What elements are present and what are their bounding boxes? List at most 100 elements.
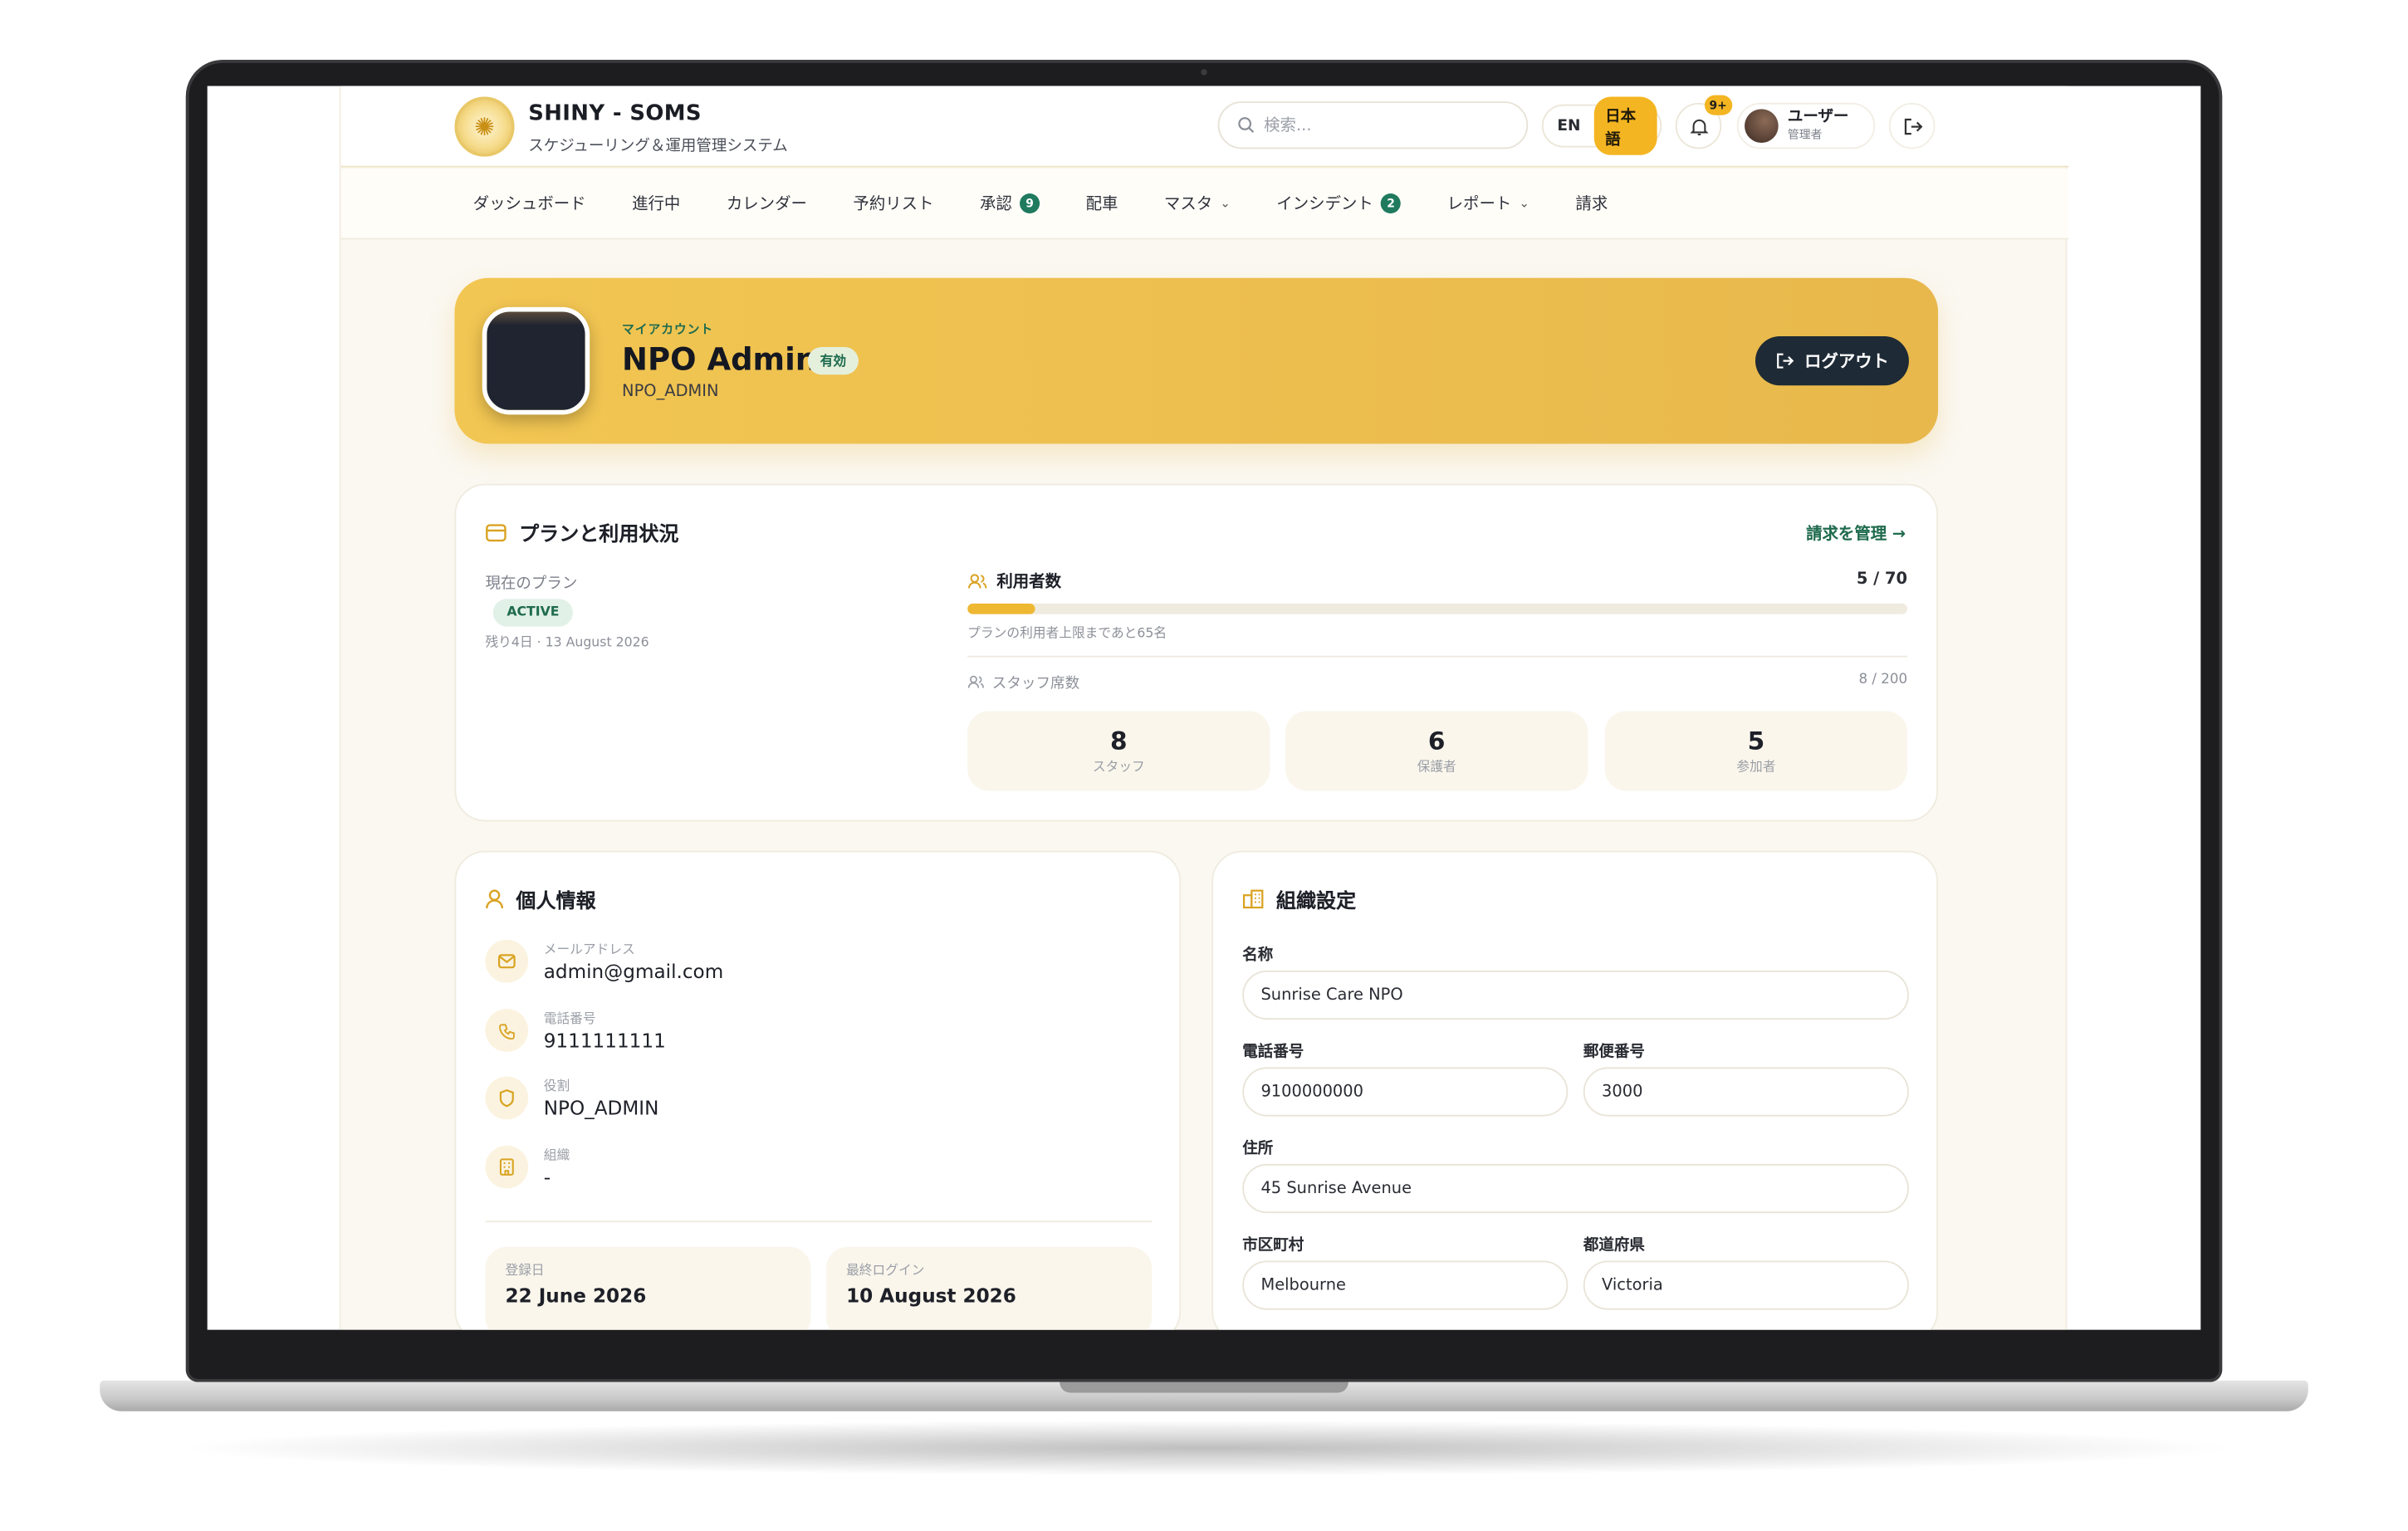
logout-button[interactable]: ログアウト bbox=[1755, 336, 1909, 386]
laptop-shadow bbox=[169, 1420, 2243, 1476]
notification-count-badge: 9+ bbox=[1704, 95, 1732, 115]
last-login-label: 最終ログイン bbox=[846, 1264, 925, 1279]
org-city-field[interactable] bbox=[1242, 1260, 1569, 1310]
nav-calendar[interactable]: カレンダー bbox=[727, 192, 807, 215]
stat-value: 6 bbox=[1427, 726, 1446, 756]
users-heading: 利用者数 bbox=[967, 570, 1061, 593]
user-menu[interactable]: ユーザー 管理者 bbox=[1736, 102, 1876, 149]
nav-booking-list[interactable]: 予約リスト bbox=[853, 192, 933, 215]
plan-status-badge: ACTIVE bbox=[492, 599, 574, 627]
nav-approvals[interactable]: 承認 9 bbox=[980, 192, 1040, 215]
org-state-field[interactable] bbox=[1583, 1260, 1909, 1310]
plan-title: プランと利用状況 bbox=[485, 517, 679, 546]
org-address-field[interactable] bbox=[1242, 1163, 1909, 1214]
nav-label: ダッシュボード bbox=[472, 194, 586, 214]
search-icon bbox=[1238, 117, 1255, 133]
search-input[interactable] bbox=[1264, 115, 1510, 135]
nav-billing[interactable]: 請求 bbox=[1575, 192, 1608, 215]
users-icon bbox=[967, 675, 984, 688]
info-row-phone: 電話番号 9111111111 bbox=[485, 1009, 666, 1052]
personal-title-text: 個人情報 bbox=[516, 890, 596, 914]
language-switch[interactable]: EN 日本語 bbox=[1541, 96, 1662, 155]
users-count: 5 / 70 bbox=[1856, 570, 1908, 589]
bell-icon bbox=[1689, 118, 1708, 135]
laptop-bezel: ✺ SHINY - SOMS スケジューリング＆運用管理システム EN 日本語 … bbox=[185, 60, 2223, 1382]
org-postal-input[interactable] bbox=[1602, 1082, 1877, 1102]
user-icon bbox=[486, 889, 503, 909]
personal-info-card: 個人情報 メールアドレス admin@gmail.com 電話番号 91111111… bbox=[454, 850, 1182, 1330]
logout-label: ログアウト bbox=[1804, 351, 1889, 372]
manage-billing-link[interactable]: 請求を管理 → bbox=[1806, 522, 1906, 545]
brand-title: SHINY - SOMS bbox=[528, 101, 702, 126]
screen: ✺ SHINY - SOMS スケジューリング＆運用管理システム EN 日本語 … bbox=[207, 86, 2201, 1330]
approvals-count-badge: 9 bbox=[1020, 193, 1040, 214]
users-label: 利用者数 bbox=[996, 572, 1062, 592]
nav-reports[interactable]: レポート ⌄ bbox=[1447, 192, 1529, 215]
org-postal-field[interactable] bbox=[1583, 1067, 1909, 1117]
info-label: メールアドレス bbox=[543, 942, 635, 959]
account-name: NPO Admin bbox=[622, 340, 818, 378]
info-row-organization: 組織 - bbox=[485, 1145, 570, 1189]
stat-value: 5 bbox=[1747, 726, 1765, 756]
users-progress-bar bbox=[967, 603, 1908, 614]
nav-incidents[interactable]: インシデント 2 bbox=[1276, 192, 1402, 215]
org-phone-field[interactable] bbox=[1242, 1067, 1569, 1117]
nav-label: インシデント bbox=[1276, 194, 1373, 214]
stat-participants: 5 参加者 bbox=[1604, 711, 1908, 791]
search-box[interactable] bbox=[1217, 101, 1529, 149]
users-icon bbox=[968, 574, 987, 589]
account-hero: マイアカウント NPO Admin 有効 NPO_ADMIN ログアウト bbox=[454, 277, 1939, 444]
org-state-input[interactable] bbox=[1602, 1275, 1877, 1295]
org-name-field[interactable] bbox=[1242, 970, 1909, 1020]
nav-label: 請求 bbox=[1575, 194, 1608, 214]
org-name-label: 名称 bbox=[1242, 947, 1274, 965]
info-value: admin@gmail.com bbox=[543, 959, 724, 983]
stat-value: 8 bbox=[1110, 726, 1128, 756]
avatar bbox=[1745, 109, 1779, 144]
brand-logo-icon[interactable]: ✺ bbox=[454, 96, 515, 157]
nav-dashboard[interactable]: ダッシュボード bbox=[473, 192, 586, 215]
org-city-input[interactable] bbox=[1260, 1275, 1536, 1295]
divider bbox=[967, 655, 1908, 658]
nav-label: マスタ bbox=[1163, 194, 1213, 214]
registered-label: 登録日 bbox=[505, 1264, 545, 1279]
staff-seats-heading: スタッフ席数 bbox=[967, 671, 1079, 692]
divider bbox=[485, 1220, 1153, 1223]
account-role: NPO_ADMIN bbox=[622, 382, 719, 401]
app: ✺ SHINY - SOMS スケジューリング＆運用管理システム EN 日本語 … bbox=[339, 86, 2069, 1330]
main-nav: ダッシュボード 進行中 カレンダー 予約リスト 承認 9 配車 マスタ ⌄ インシデ… bbox=[340, 169, 2069, 240]
current-plan-label: 現在のプラン bbox=[485, 575, 578, 593]
user-role: 管理者 bbox=[1787, 127, 1823, 142]
registered-date-box: 登録日 22 June 2026 bbox=[485, 1246, 811, 1330]
nav-label: 進行中 bbox=[632, 194, 681, 214]
nav-label: 承認 bbox=[979, 194, 1012, 214]
org-phone-label: 電話番号 bbox=[1242, 1044, 1304, 1062]
organization-settings-card: 組織設定 名称 電話番号 郵便番号 住所 市区町村 都道府県 bbox=[1211, 850, 1939, 1330]
profile-avatar[interactable] bbox=[482, 306, 590, 415]
info-value: NPO_ADMIN bbox=[543, 1096, 659, 1120]
camera bbox=[1201, 69, 1207, 76]
plan-remaining: 残り4日 · 13 August 2026 bbox=[485, 635, 649, 652]
nav-master[interactable]: マスタ ⌄ bbox=[1164, 192, 1231, 215]
header-logout-button[interactable] bbox=[1888, 102, 1936, 149]
building-icon bbox=[485, 1145, 529, 1189]
user-name: ユーザー bbox=[1787, 109, 1849, 126]
info-row-role: 役割 NPO_ADMIN bbox=[485, 1076, 659, 1120]
building-icon bbox=[1242, 889, 1264, 909]
org-phone-input[interactable] bbox=[1260, 1082, 1536, 1102]
chevron-down-icon: ⌄ bbox=[1519, 196, 1529, 211]
nav-label: 配車 bbox=[1085, 194, 1118, 214]
info-row-email: メールアドレス admin@gmail.com bbox=[485, 939, 724, 983]
shield-icon bbox=[485, 1076, 529, 1120]
lang-ja[interactable]: 日本語 bbox=[1594, 96, 1657, 155]
brand-subtitle: スケジューリング＆運用管理システム bbox=[528, 138, 788, 155]
info-value: 9111111111 bbox=[543, 1029, 666, 1052]
org-address-input[interactable] bbox=[1260, 1179, 1843, 1198]
lang-en[interactable]: EN bbox=[1546, 111, 1591, 140]
top-bar: ✺ SHINY - SOMS スケジューリング＆運用管理システム EN 日本語 … bbox=[340, 86, 2069, 168]
info-label: 役割 bbox=[543, 1079, 570, 1095]
nav-dispatch[interactable]: 配車 bbox=[1086, 192, 1118, 215]
org-name-input[interactable] bbox=[1260, 986, 1843, 1005]
staff-seats-count: 8 / 200 bbox=[1858, 673, 1908, 688]
nav-in-progress[interactable]: 進行中 bbox=[632, 192, 680, 215]
